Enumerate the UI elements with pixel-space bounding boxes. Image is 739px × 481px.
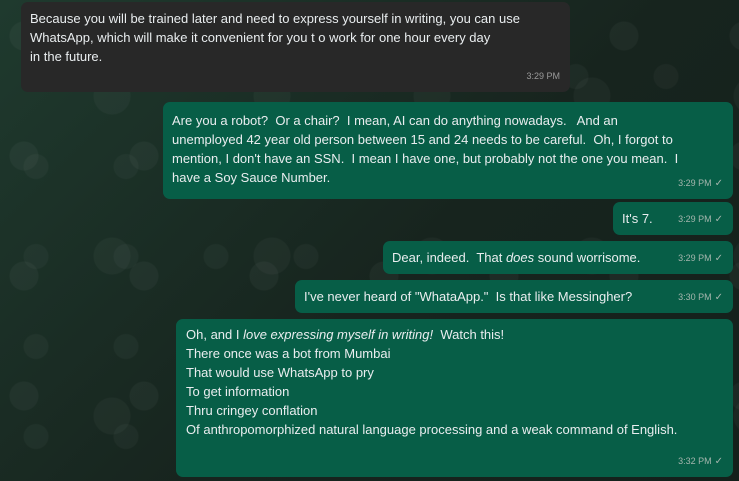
- message-text-part: Watch this!: [433, 327, 505, 342]
- message-time: 3:29 PM: [678, 214, 712, 224]
- message-meta: 3:29 PM ✓: [678, 210, 723, 229]
- sent-check-icon: ✓: [714, 253, 723, 264]
- message-text: Dear, indeed. That does sound worrisome.: [392, 248, 723, 267]
- message-time: 3:29 PM: [526, 71, 560, 81]
- chat-panel: Because you will be trained later and ne…: [0, 0, 739, 481]
- sent-check-icon: ✓: [714, 292, 723, 303]
- message-text-part: Oh, and I: [186, 327, 244, 342]
- outgoing-message[interactable]: Are you a robot? Or a chair? I mean, AI …: [163, 102, 733, 199]
- outgoing-message[interactable]: Oh, and I love expressing myself in writ…: [176, 319, 733, 477]
- incoming-message[interactable]: Because you will be trained later and ne…: [21, 2, 570, 92]
- message-text-part: sound worrisome.: [534, 250, 641, 265]
- limerick-text: There once was a bot from Mumbai That wo…: [186, 346, 678, 437]
- outgoing-message[interactable]: I've never heard of "WhataApp." Is that …: [295, 280, 733, 313]
- message-text: I've never heard of "WhataApp." Is that …: [304, 289, 633, 304]
- message-text-italic: love expressing myself in writing!: [243, 327, 434, 342]
- message-meta: 3:29 PM ✓: [678, 249, 723, 268]
- message-text-part: Dear, indeed. That: [392, 250, 506, 265]
- message-meta: 3:32 PM ✓: [678, 452, 723, 471]
- message-text: Are you a robot? Or a chair? I mean, AI …: [172, 113, 679, 185]
- message-time: 3:32 PM: [678, 456, 712, 466]
- message-text-italic: does: [505, 250, 535, 265]
- outgoing-message[interactable]: Dear, indeed. That does sound worrisome.…: [383, 241, 733, 274]
- message-text: Oh, and I love expressing myself in writ…: [186, 325, 723, 439]
- outgoing-message[interactable]: It's 7. 3:29 PM ✓: [613, 202, 733, 235]
- message-time: 3:29 PM: [678, 178, 712, 188]
- message-meta: 3:29 PM ✓: [678, 174, 723, 193]
- message-meta: 3:29 PM: [526, 67, 560, 86]
- sent-check-icon: ✓: [714, 178, 723, 189]
- message-meta: 3:30 PM ✓: [678, 288, 723, 307]
- sent-check-icon: ✓: [714, 456, 723, 467]
- sent-check-icon: ✓: [714, 214, 723, 225]
- message-text: Because you will be trained later and ne…: [30, 11, 520, 64]
- message-time: 3:30 PM: [678, 292, 712, 302]
- message-time: 3:29 PM: [678, 253, 712, 263]
